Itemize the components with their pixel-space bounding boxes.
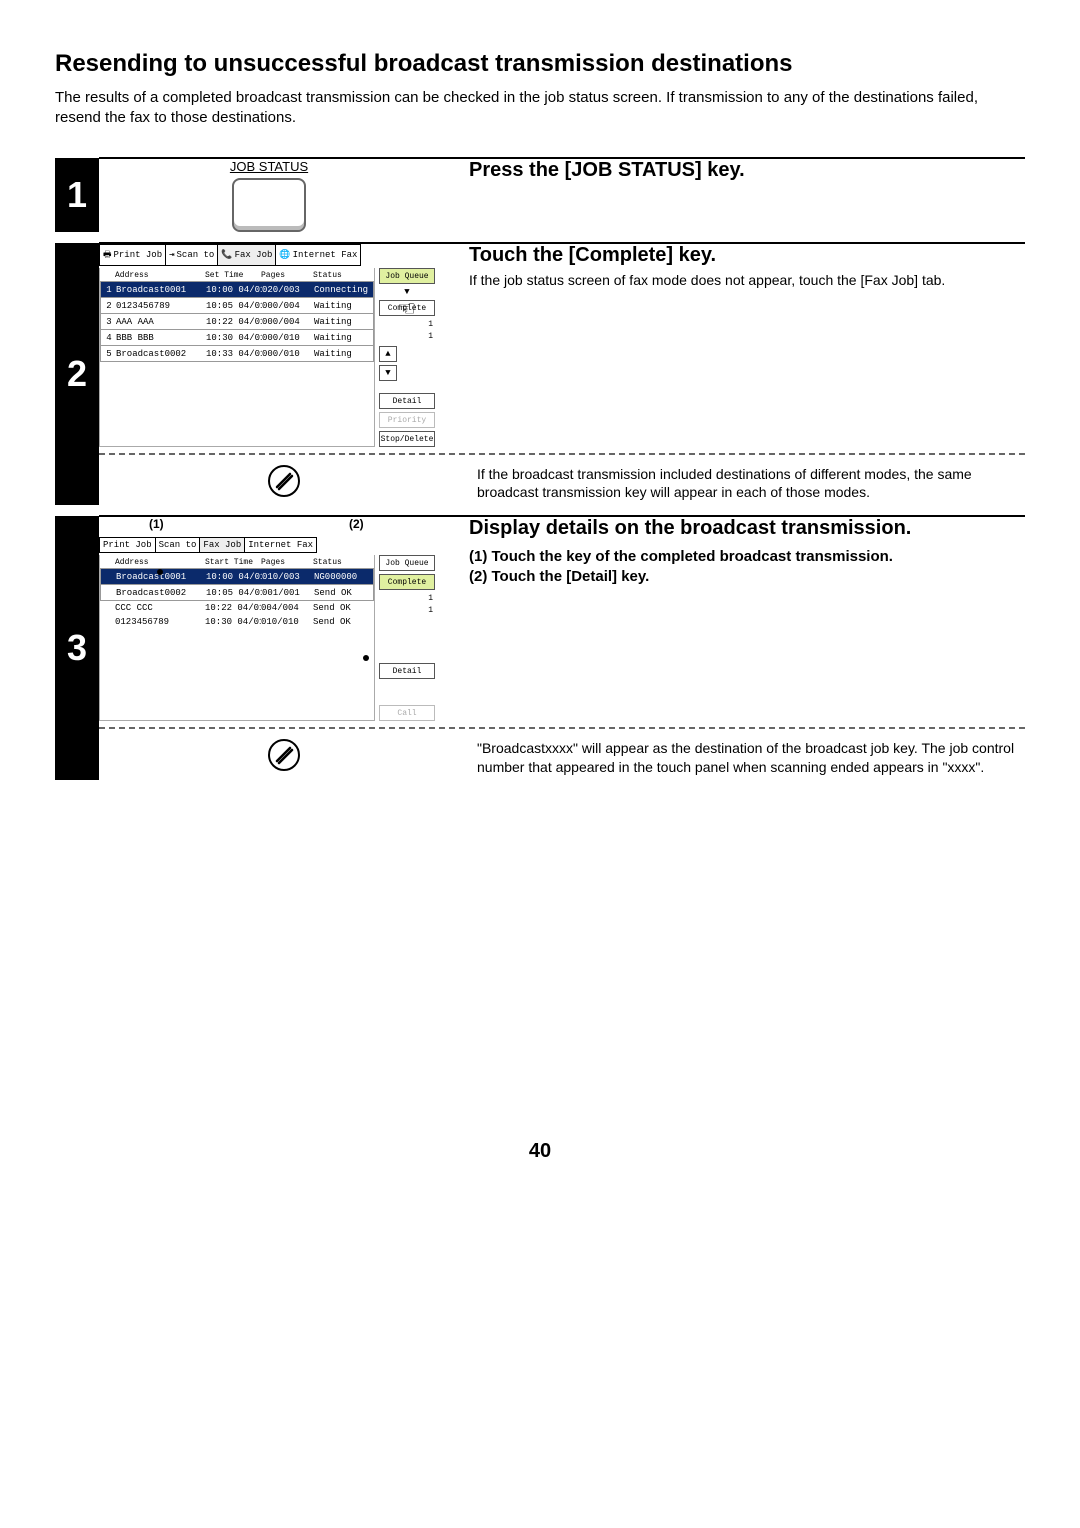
- hand-pointer-icon: ☜: [399, 294, 415, 325]
- step-2: 2 🖶Print Job ⇥Scan to 📞Fax Job 🌐Internet…: [55, 242, 1025, 505]
- jobstatus-key-label: JOB STATUS: [99, 159, 439, 174]
- tab-fax-job[interactable]: Fax Job: [199, 537, 245, 553]
- note-icon: [268, 739, 300, 771]
- step-1-number: 1: [55, 158, 99, 232]
- tab-scan-to[interactable]: Scan to: [155, 537, 201, 553]
- job-queue-button[interactable]: Job Queue: [379, 555, 435, 571]
- step-2-note: If the broadcast transmission included d…: [469, 461, 1025, 505]
- col-pages: Pages: [261, 558, 313, 567]
- col-address: Address: [115, 271, 205, 280]
- scroll-up-button[interactable]: ▲: [379, 346, 397, 362]
- col-starttime: Start Time: [205, 558, 261, 567]
- tab-internet-fax[interactable]: Internet Fax: [244, 537, 317, 553]
- intro-text: The results of a completed broadcast tra…: [55, 88, 1025, 127]
- job-row[interactable]: 4 BBB BBB 10:30 04/01 000/010 Waiting: [100, 329, 374, 346]
- job-queue-button[interactable]: Job Queue: [379, 268, 435, 284]
- job-row[interactable]: 5 Broadcast0002 10:33 04/01 000/010 Wait…: [100, 345, 374, 362]
- step-3: 3 (1) (2) Print Job Scan to Fax Job Inte…: [55, 515, 1025, 779]
- step-2-number: 2: [55, 243, 99, 505]
- step-1: 1 JOB STATUS Press the [JOB STATUS] key.: [55, 157, 1025, 232]
- detail-button[interactable]: Detail: [379, 663, 435, 679]
- col-status: Status: [313, 271, 371, 280]
- stop-delete-button[interactable]: Stop/Delete: [379, 431, 435, 447]
- page-title: Resending to unsuccessful broadcast tran…: [55, 50, 1025, 78]
- step-3-heading: Display details on the broadcast transmi…: [469, 517, 1025, 540]
- page-number: 40: [55, 1140, 1025, 1163]
- step-1-text: Press the [JOB STATUS] key.: [469, 158, 1025, 232]
- step-3-text: Display details on the broadcast transmi…: [469, 516, 1025, 721]
- callout-2: (2): [349, 517, 364, 531]
- job-row[interactable]: 3 AAA AAA 10:22 04/01 000/004 Waiting: [100, 313, 374, 330]
- printer-icon: 🖶: [103, 247, 112, 263]
- scroll-down-button[interactable]: ▼: [379, 365, 397, 381]
- job-row[interactable]: 2 0123456789 10:05 04/01 000/004 Waiting: [100, 297, 374, 314]
- step-3-illustration: (1) (2) Print Job Scan to Fax Job Intern…: [99, 516, 469, 721]
- complete-button[interactable]: Complete: [379, 574, 435, 590]
- step-2-illustration: 🖶Print Job ⇥Scan to 📞Fax Job 🌐Internet F…: [99, 243, 469, 447]
- step-2-body: If the job status screen of fax mode doe…: [469, 271, 1025, 289]
- step-3-number: 3: [55, 516, 99, 779]
- tab-print-job[interactable]: Print Job: [99, 537, 156, 553]
- call-button[interactable]: Call: [379, 705, 435, 721]
- detail-button[interactable]: Detail: [379, 393, 435, 409]
- callout-1: (1): [149, 517, 164, 531]
- job-row[interactable]: CCC CCC 10:22 04/01 004/004 Send OK: [100, 600, 374, 615]
- fax-icon: 📞: [221, 250, 232, 260]
- step-1-illustration: JOB STATUS: [99, 158, 469, 232]
- col-settime: Set Time: [205, 271, 261, 280]
- note-icon: [268, 465, 300, 497]
- col-pages: Pages: [261, 271, 313, 280]
- col-status: Status: [313, 558, 371, 567]
- step-2-heading: Touch the [Complete] key.: [469, 244, 1025, 267]
- tab-print-job[interactable]: 🖶Print Job: [99, 244, 166, 266]
- dashed-separator: [99, 727, 1025, 729]
- step-3-note: "Broadcastxxxx" will appear as the desti…: [469, 735, 1025, 779]
- job-row[interactable]: Broadcast0002 10:05 04/01 001/001 Send O…: [100, 584, 374, 601]
- col-address: Address: [115, 558, 205, 567]
- dashed-separator: [99, 453, 1025, 455]
- job-row[interactable]: 0123456789 10:30 04/01 010/010 Send OK: [100, 614, 374, 629]
- tab-scan-to[interactable]: ⇥Scan to: [165, 244, 218, 266]
- job-row[interactable]: 1 Broadcast0001 10:00 04/01 020/003 Conn…: [100, 281, 374, 298]
- jobstatus-key[interactable]: [232, 178, 306, 232]
- step-3-sub1: (1) Touch the key of the completed broad…: [469, 548, 1025, 565]
- step-2-text: Touch the [Complete] key. If the job sta…: [469, 243, 1025, 447]
- step-3-sub2: (2) Touch the [Detail] key.: [469, 568, 1025, 585]
- step-1-heading: Press the [JOB STATUS] key.: [469, 159, 1025, 182]
- job-row[interactable]: Broadcast0001 10:00 04/01 010/003 NG0000…: [100, 568, 374, 585]
- globe-icon: 🌐: [279, 250, 290, 260]
- tab-internet-fax[interactable]: 🌐Internet Fax: [275, 244, 361, 266]
- priority-button[interactable]: Priority: [379, 412, 435, 428]
- tab-fax-job[interactable]: 📞Fax Job: [217, 244, 276, 266]
- scan-icon: ⇥: [169, 250, 174, 260]
